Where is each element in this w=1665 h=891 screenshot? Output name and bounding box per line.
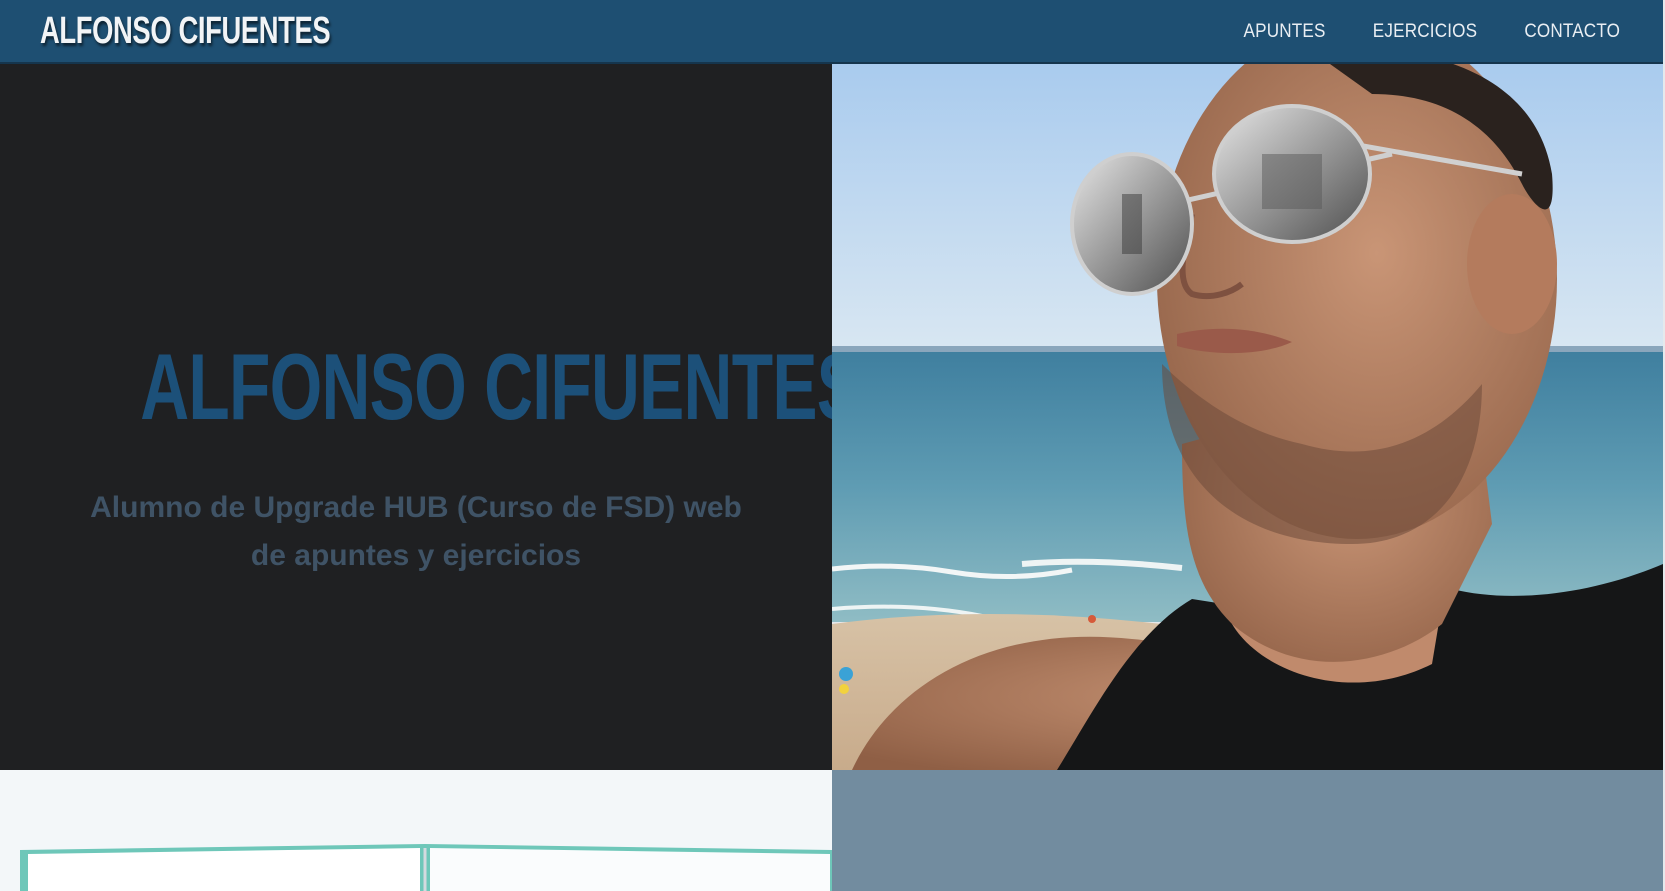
notebook-image bbox=[0, 770, 832, 891]
hero-title-text: ALFONSO CIFUENTES bbox=[140, 333, 862, 439]
top-navbar: ALFONSO CIFUENTES APUNTES EJERCICIOS CON… bbox=[0, 0, 1663, 64]
secondary-color-panel bbox=[832, 770, 1663, 891]
hero-title: ALFONSO CIFUENTES bbox=[0, 336, 862, 437]
nav-link-apuntes[interactable]: APUNTES bbox=[1228, 0, 1342, 64]
page: ALFONSO CIFUENTES APUNTES EJERCICIOS CON… bbox=[0, 0, 1665, 891]
notebook-image-panel bbox=[0, 770, 832, 891]
hero-portrait-photo bbox=[832, 64, 1663, 770]
hero-text-panel: ALFONSO CIFUENTES Alumno de Upgrade HUB … bbox=[0, 64, 862, 770]
portrait-image bbox=[832, 64, 1663, 770]
nav-link-ejercicios[interactable]: EJERCICIOS bbox=[1356, 0, 1493, 64]
hero-subtitle: Alumno de Upgrade HUB (Curso de FSD) web… bbox=[90, 491, 742, 572]
main-nav: APUNTES EJERCICIOS CONTACTO bbox=[1221, 0, 1643, 64]
brand-logo-link[interactable]: ALFONSO CIFUENTES bbox=[40, 6, 331, 56]
nav-link-contacto[interactable]: CONTACTO bbox=[1508, 0, 1636, 64]
